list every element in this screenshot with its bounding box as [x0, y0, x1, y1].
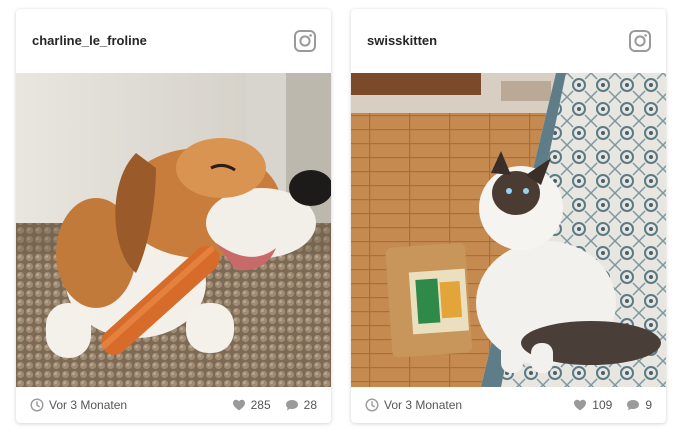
post-header: swisskitten: [351, 9, 666, 73]
post-username[interactable]: charline_le_froline: [32, 33, 147, 48]
heart-icon[interactable]: [232, 398, 246, 412]
instagram-icon[interactable]: [293, 29, 317, 53]
clock-icon: [30, 398, 44, 412]
post-time-label: Vor 3 Monaten: [384, 398, 463, 412]
likes-count: 285: [250, 398, 271, 412]
post-time-label: Vor 3 Monaten: [49, 398, 128, 412]
post-card[interactable]: swisskitten Vor 3 Monaten 109 9: [351, 9, 666, 423]
post-card[interactable]: charline_le_froline Vor 3 Monaten 285 28: [16, 9, 331, 423]
beagle-photo: [16, 73, 331, 387]
comment-bubble-icon[interactable]: [626, 398, 640, 412]
post-header: charline_le_froline: [16, 9, 331, 73]
post-photo[interactable]: [351, 73, 666, 387]
post-footer: Vor 3 Monaten 285 28: [16, 387, 331, 423]
cat-photo: [351, 73, 666, 387]
heart-icon[interactable]: [573, 398, 587, 412]
post-time: Vor 3 Monaten: [365, 398, 462, 412]
instagram-icon[interactable]: [628, 29, 652, 53]
post-footer: Vor 3 Monaten 109 9: [351, 387, 666, 423]
post-time: Vor 3 Monaten: [30, 398, 127, 412]
comments-count: 28: [303, 398, 317, 412]
likes-count: 109: [592, 398, 613, 412]
post-photo[interactable]: [16, 73, 331, 387]
comments-count: 9: [645, 398, 652, 412]
post-username[interactable]: swisskitten: [367, 33, 437, 48]
post-stats: 109 9: [573, 398, 652, 412]
clock-icon: [365, 398, 379, 412]
comment-bubble-icon[interactable]: [285, 398, 299, 412]
post-stats: 285 28: [232, 398, 317, 412]
